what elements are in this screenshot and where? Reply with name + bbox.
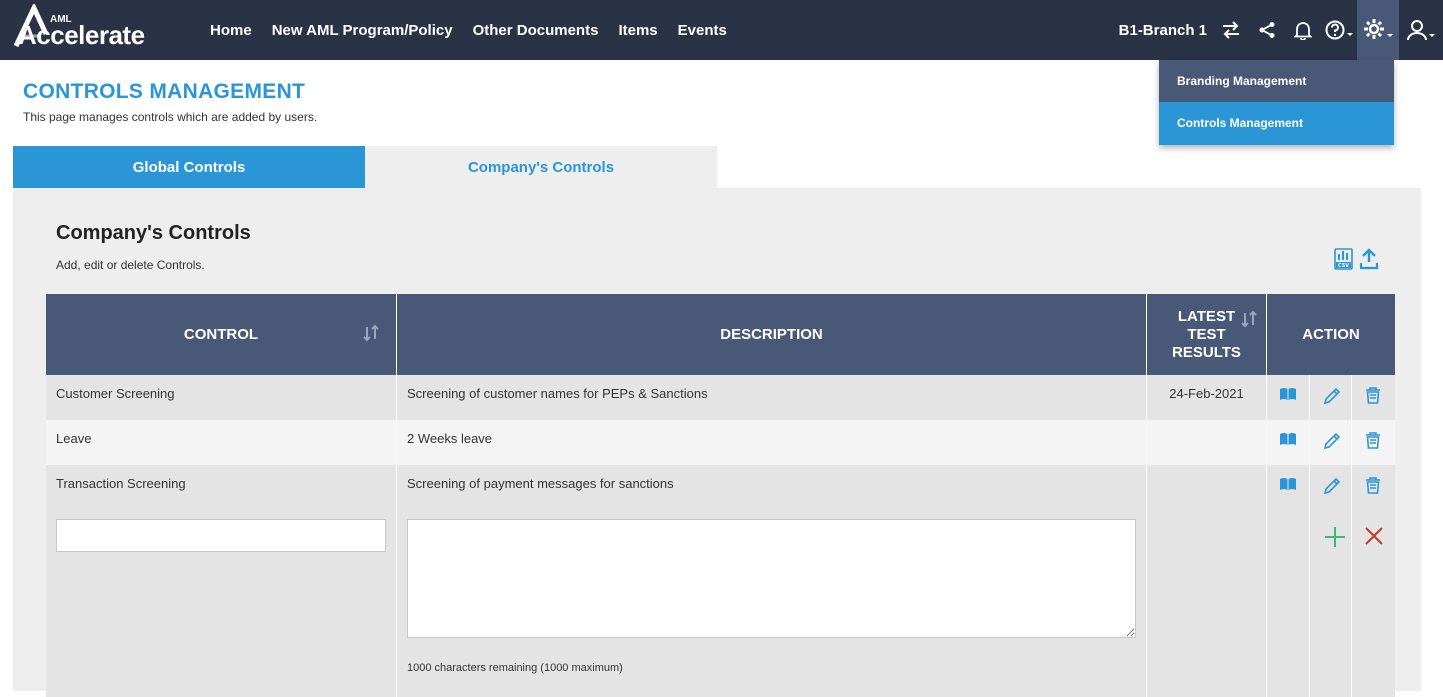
switch-branch-button[interactable] (1213, 0, 1249, 60)
cell-control: Leave (46, 420, 397, 465)
app-logo[interactable]: AML Accelerate (12, 4, 182, 54)
settings-button[interactable] (1357, 0, 1399, 60)
cell-latest-test-date (1147, 420, 1267, 465)
column-header-control-label: CONTROL (183, 326, 259, 343)
cell-control: Transaction Screening (46, 465, 397, 697)
settings-dropdown: Branding Management Controls Management (1159, 60, 1394, 145)
table-header: CONTROL DESCRIPTION LATEST TEST RESULTS … (46, 294, 1395, 375)
nav-events[interactable]: Events (678, 22, 727, 39)
column-header-action-label: ACTION (1302, 326, 1360, 343)
swap-icon (1223, 21, 1239, 39)
cell-actions (1267, 420, 1395, 465)
table-row: Transaction Screening Screening of payme… (46, 465, 1395, 697)
add-icon[interactable] (1324, 526, 1346, 548)
cell-control: Customer Screening (46, 375, 397, 420)
notifications-button[interactable] (1285, 0, 1321, 60)
book-icon (1280, 388, 1296, 400)
pencil-icon (1323, 387, 1340, 405)
user-menu-button[interactable] (1399, 0, 1443, 60)
cell-description: Screening of customer names for PEPs & S… (397, 375, 1147, 420)
new-control-input[interactable] (56, 519, 386, 552)
bell-icon (1294, 22, 1312, 40)
book-icon (1280, 478, 1296, 490)
characters-remaining: 1000 characters remaining (1000 maximum) (407, 662, 623, 674)
upload-icon (1359, 248, 1379, 270)
delete-button-column (1352, 465, 1395, 697)
book-icon (1280, 433, 1296, 445)
edit-button[interactable] (1310, 420, 1353, 465)
cell-description-text: Screening of payment messages for sancti… (407, 476, 674, 491)
cancel-icon[interactable] (1364, 526, 1384, 546)
pencil-icon[interactable] (1322, 476, 1342, 496)
trash-icon (1366, 432, 1381, 449)
cell-control-text: Transaction Screening (56, 476, 186, 491)
edit-button-column (1310, 465, 1353, 697)
top-navbar: AML Accelerate Home New AML Program/Poli… (0, 0, 1443, 60)
cell-actions (1267, 465, 1395, 697)
export-csv-button[interactable]: CSV (1334, 248, 1354, 274)
view-button[interactable] (1267, 375, 1310, 420)
share-icon (1259, 22, 1275, 38)
delete-button[interactable] (1352, 420, 1395, 465)
cell-description: Screening of payment messages for sancti… (397, 465, 1147, 697)
main-nav: Home New AML Program/Policy Other Docume… (200, 0, 737, 60)
column-header-latest-label: LATEST TEST RESULTS (1172, 307, 1241, 361)
column-header-latest-test-results[interactable]: LATEST TEST RESULTS (1147, 294, 1267, 375)
column-header-description: DESCRIPTION (397, 294, 1147, 375)
panel-subtitle: Add, edit or delete Controls. (56, 258, 205, 272)
user-icon (1407, 20, 1435, 41)
table-row: Leave 2 Weeks leave (46, 420, 1395, 465)
csv-icon: CSV (1334, 248, 1353, 270)
column-header-action: ACTION (1267, 294, 1395, 375)
sort-icon[interactable] (362, 324, 380, 342)
gear-icon (1364, 19, 1393, 39)
nav-new-aml-program[interactable]: New AML Program/Policy (272, 22, 453, 39)
view-button[interactable] (1267, 465, 1310, 697)
help-icon (1325, 20, 1353, 40)
trash-icon (1366, 387, 1381, 404)
cell-description: 2 Weeks leave (397, 420, 1147, 465)
page-subtitle: This page manages controls which are add… (23, 110, 318, 124)
controls-table: CONTROL DESCRIPTION LATEST TEST RESULTS … (46, 294, 1395, 697)
company-controls-panel: Company's Controls Add, edit or delete C… (13, 188, 1421, 697)
trash-icon[interactable] (1364, 476, 1382, 494)
delete-button[interactable] (1352, 375, 1395, 420)
pencil-icon (1323, 432, 1340, 450)
panel-title: Company's Controls (56, 222, 251, 244)
nav-home[interactable]: Home (210, 22, 252, 39)
cell-latest-test-date (1147, 465, 1267, 697)
nav-items[interactable]: Items (618, 22, 657, 39)
tab-global-controls[interactable]: Global Controls (13, 146, 365, 188)
tab-company-controls[interactable]: Company's Controls (365, 146, 717, 188)
view-button[interactable] (1267, 420, 1310, 465)
branch-label[interactable]: B1-Branch 1 (1119, 22, 1207, 39)
cell-latest-test-date: 24-Feb-2021 (1147, 375, 1267, 420)
share-button[interactable] (1249, 0, 1285, 60)
menu-item-branding-management[interactable]: Branding Management (1159, 60, 1394, 102)
column-header-description-label: DESCRIPTION (720, 326, 823, 343)
new-description-textarea[interactable] (407, 519, 1136, 638)
help-button[interactable] (1321, 0, 1357, 60)
nav-right: B1-Branch 1 (1119, 0, 1443, 60)
column-header-control[interactable]: CONTROL (46, 294, 397, 375)
menu-item-controls-management[interactable]: Controls Management (1159, 102, 1394, 145)
logo-name: Accelerate (18, 20, 145, 50)
cell-actions (1267, 375, 1395, 420)
upload-button[interactable] (1359, 248, 1379, 274)
edit-button[interactable] (1310, 375, 1353, 420)
nav-other-documents[interactable]: Other Documents (473, 22, 599, 39)
table-row: Customer Screening Screening of customer… (46, 375, 1395, 420)
svg-text:CSV: CSV (1338, 263, 1349, 269)
sort-icon[interactable] (1240, 310, 1258, 328)
page-title: CONTROLS MANAGEMENT (23, 80, 306, 103)
